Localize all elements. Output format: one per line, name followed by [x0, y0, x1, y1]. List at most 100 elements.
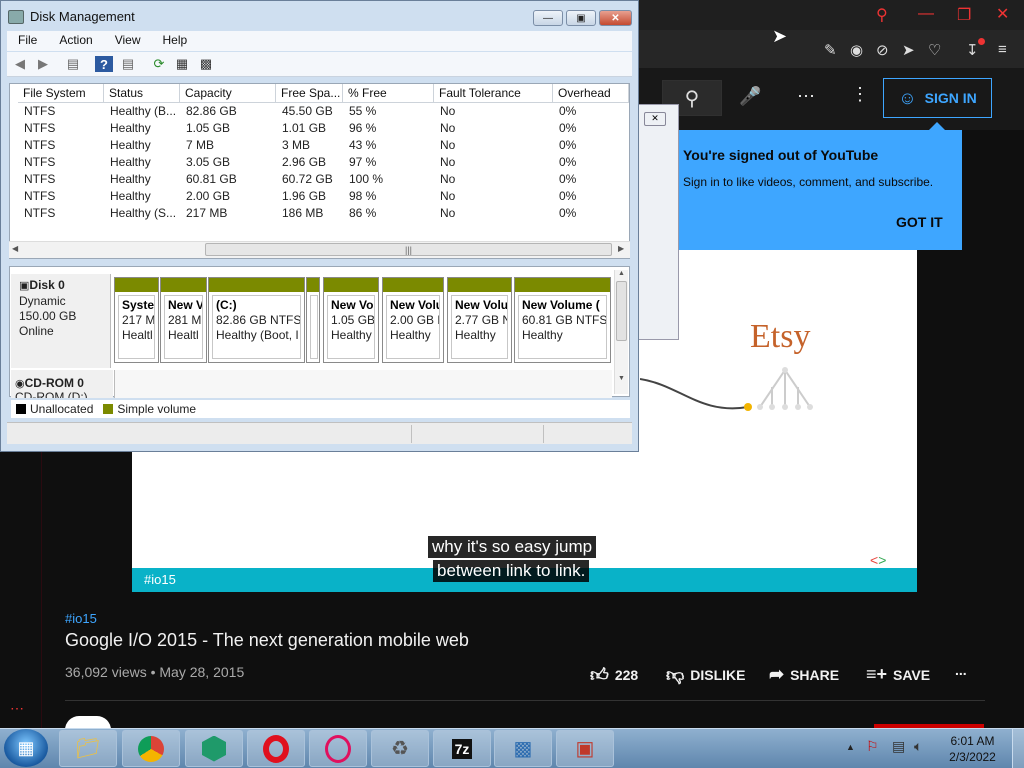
- column-header-status[interactable]: Status: [104, 84, 180, 103]
- action-center-icon[interactable]: ⚐: [866, 738, 879, 755]
- close-button[interactable]: ✕: [599, 10, 632, 26]
- minimize-icon[interactable]: —: [918, 5, 934, 23]
- disk0-type: Dynamic: [19, 294, 66, 308]
- partition-block[interactable]: Syste 217 M Healtl: [114, 277, 159, 363]
- microphone-icon[interactable]: 🎤: [739, 86, 761, 107]
- console-tree-icon[interactable]: ▤: [64, 56, 82, 72]
- apps-grid-icon[interactable]: ⋯: [797, 86, 815, 107]
- partition-details: New V 281 M Healtl: [164, 295, 203, 359]
- table-cell: NTFS: [24, 155, 56, 169]
- show-desktop-button[interactable]: [1012, 729, 1024, 768]
- scrollbar-thumb[interactable]: |||: [205, 243, 612, 256]
- clock[interactable]: 6:01 AM 2/3/2022: [935, 733, 1010, 765]
- save-button[interactable]: ≡+ SAVE: [866, 664, 930, 685]
- taskbar-green-app[interactable]: [185, 730, 243, 767]
- menu-icon[interactable]: ≡: [998, 41, 1007, 58]
- partition-block[interactable]: (C:) 82.86 GB NTFS Healthy (Boot, I: [208, 277, 305, 363]
- column-header-percent-free[interactable]: % Free: [343, 84, 434, 103]
- sign-in-button[interactable]: ☺ SIGN IN: [883, 78, 992, 118]
- taskbar-opera[interactable]: [247, 730, 305, 767]
- forward-arrow-icon[interactable]: ▶: [34, 56, 52, 72]
- taskbar-chrome[interactable]: [122, 730, 180, 767]
- column-header-file-system[interactable]: File System: [18, 84, 104, 103]
- maximize-button[interactable]: ▣: [566, 10, 596, 26]
- table-row[interactable]: NTFS Healthy (B... 82.86 GB 45.50 GB 55 % No 0…: [10, 104, 629, 121]
- partition-status: Healthy: [390, 328, 431, 342]
- send-icon[interactable]: ➤: [902, 41, 915, 59]
- account-icon: ☺: [898, 87, 917, 108]
- properties-icon[interactable]: ▤: [119, 56, 137, 72]
- column-header-free-space[interactable]: Free Spa...: [276, 84, 343, 103]
- help-icon[interactable]: ?: [95, 56, 113, 72]
- heart-icon[interactable]: ♡: [928, 41, 941, 59]
- partition-block[interactable]: New Volu 2.77 GB N Healthy: [447, 277, 512, 363]
- partition-block[interactable]: New Vo 1.05 GB Healthy: [323, 277, 379, 363]
- block-icon[interactable]: ⊘: [876, 41, 889, 59]
- disk0-info[interactable]: ▣Disk 0 Dynamic 150.00 GB Online: [11, 274, 111, 368]
- table-cell: 217 MB: [186, 206, 228, 220]
- partition-block[interactable]: New Volume ( 60.81 GB NTFS Healthy: [514, 277, 611, 363]
- got-it-button[interactable]: GOT IT: [896, 214, 943, 230]
- download-icon[interactable]: ↧: [966, 41, 979, 59]
- table-row[interactable]: NTFS Healthy 60.81 GB 60.72 GB 100 % No 0%: [10, 172, 629, 189]
- menu-view[interactable]: View: [104, 31, 152, 51]
- partition-block[interactable]: New Volu 2.00 GB N Healthy: [382, 277, 444, 363]
- taskbar-recycle-bin[interactable]: ♻: [371, 730, 429, 767]
- close-icon[interactable]: ✕: [996, 4, 1009, 24]
- refresh-icon[interactable]: ⟳: [150, 56, 168, 72]
- taskbar-toolbox[interactable]: ▣: [556, 730, 614, 767]
- legend: Unallocated Simple volume: [11, 400, 630, 418]
- back-arrow-icon[interactable]: ◀: [11, 56, 29, 72]
- more-dots-icon[interactable]: ⋯: [10, 700, 24, 717]
- show-hidden-icons[interactable]: ▲: [846, 742, 855, 752]
- network-icon[interactable]: ▤: [892, 738, 905, 755]
- volume-icon[interactable]: 🔈︎: [914, 738, 922, 755]
- column-header-fault-tolerance[interactable]: Fault Tolerance: [434, 84, 553, 103]
- table-row[interactable]: NTFS Healthy 1.05 GB 1.01 GB 96 % No 0%: [10, 121, 629, 138]
- video-graphic: [640, 367, 813, 411]
- taskbar-7zip[interactable]: 7z: [433, 730, 491, 767]
- table-cell: 0%: [559, 172, 577, 186]
- volume-list[interactable]: File System Status Capacity Free Spa... …: [9, 83, 630, 259]
- minimize-button[interactable]: —: [533, 10, 563, 26]
- menu-help[interactable]: Help: [152, 31, 199, 51]
- rescan-icon[interactable]: ▦: [173, 56, 191, 72]
- partition-block[interactable]: New V 281 M Healtl: [160, 277, 207, 363]
- like-button[interactable]: 👍︎ 228: [590, 664, 638, 686]
- table-row[interactable]: NTFS Healthy (S... 217 MB 186 MB 86 % No 0%: [10, 206, 629, 223]
- popup-title: You're signed out of YouTube: [683, 147, 879, 163]
- mouse-cursor-icon: ➤: [772, 26, 788, 46]
- start-button[interactable]: ▦: [4, 729, 48, 767]
- table-row[interactable]: NTFS Healthy 7 MB 3 MB 43 % No 0%: [10, 138, 629, 155]
- search-icon[interactable]: ⚲: [876, 5, 888, 25]
- taskbar-explorer[interactable]: 📁︎: [59, 730, 117, 767]
- table-row[interactable]: NTFS Healthy 3.05 GB 2.96 GB 97 % No 0%: [10, 155, 629, 172]
- close-icon[interactable]: ✕: [644, 112, 666, 126]
- column-header-overhead[interactable]: Overhead: [553, 84, 629, 103]
- green-app-icon: [202, 735, 226, 762]
- partition-block[interactable]: [306, 277, 320, 363]
- video-tag-link[interactable]: #io15: [65, 611, 97, 626]
- more-actions-button[interactable]: ...: [955, 662, 967, 678]
- dislike-button[interactable]: 👎︎ DISLIKE: [666, 664, 746, 686]
- cdrom-info[interactable]: ◉CD-ROM 0 CD-ROM (D:): [11, 370, 113, 398]
- scroll-left-icon[interactable]: ◀: [12, 244, 18, 253]
- restore-icon[interactable]: ❐: [957, 5, 971, 25]
- table-row[interactable]: NTFS Healthy 2.00 GB 1.96 GB 98 % No 0%: [10, 189, 629, 206]
- share-button[interactable]: ➦ SHARE: [769, 664, 839, 685]
- settings-icon[interactable]: ▩: [197, 56, 215, 72]
- partition-bar: [307, 278, 319, 292]
- more-vertical-icon[interactable]: ⋮: [851, 84, 869, 105]
- scroll-right-icon[interactable]: ▶: [618, 244, 624, 253]
- taskbar-control-panel[interactable]: ▩: [494, 730, 552, 767]
- legend-simple-volume: Simple volume: [117, 402, 197, 416]
- menu-action[interactable]: Action: [48, 31, 103, 51]
- vertical-scrollbar[interactable]: ▲ ▼: [614, 270, 628, 394]
- camera-icon[interactable]: ◉: [850, 41, 863, 59]
- recycle-bin-icon: ♻: [391, 738, 409, 760]
- unallocated-swatch: [16, 404, 26, 414]
- edit-icon[interactable]: ✎: [824, 41, 837, 59]
- menu-file[interactable]: File: [7, 31, 48, 51]
- column-header-capacity[interactable]: Capacity: [180, 84, 276, 103]
- taskbar-opera-gx[interactable]: [309, 730, 367, 767]
